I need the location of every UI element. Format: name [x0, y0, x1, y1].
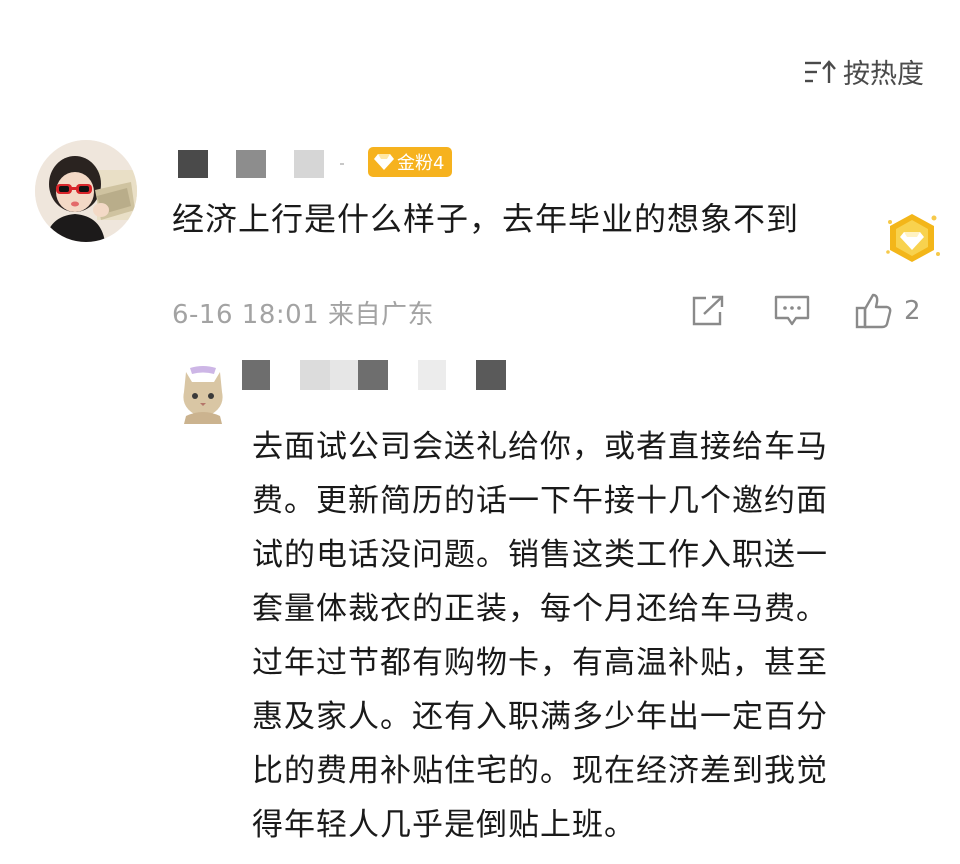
username-redacted: [178, 150, 344, 178]
sort-by-heat-button[interactable]: 按热度: [803, 52, 924, 91]
reply-line: 比的费用补贴住宅的。现在经济差到我觉: [252, 753, 828, 789]
gold-medal-icon: [886, 214, 940, 262]
reply-button[interactable]: [773, 290, 811, 332]
fan-badge[interactable]: 金粉4: [368, 147, 453, 177]
share-icon: [692, 295, 724, 326]
reply-line: 去面试公司会送礼给你，或者直接给车马: [252, 429, 828, 465]
sort-label: 按热度: [843, 59, 924, 90]
comment-icon: [774, 295, 810, 326]
like-button[interactable]: 2: [854, 290, 921, 332]
reply-username-redacted: [242, 360, 506, 390]
sort-lines-icon: [805, 59, 836, 83]
reply-text: 去面试公司会送礼给你，或者直接给车马 费。更新简历的话一下午接十几个邀约面 试的…: [252, 420, 932, 852]
gem-icon: [374, 154, 394, 170]
reply-line: 费。更新简历的话一下午接十几个邀约面: [252, 483, 828, 519]
avatar-illustration: [35, 140, 137, 242]
reply-line: 得年轻人几乎是倒贴上班。: [252, 807, 636, 843]
reply-line: 过年过节都有购物卡，有高温补贴，甚至: [252, 645, 828, 681]
comment-meta: 6-16 18:01 来自广东: [172, 300, 434, 330]
share-button[interactable]: [690, 290, 726, 332]
reply-line: 套量体裁衣的正装，每个月还给车马费。: [252, 591, 828, 627]
cat-avatar[interactable]: [176, 366, 230, 424]
reply-line: 惠及家人。还有入职满多少年出一定百分: [252, 699, 828, 735]
user-avatar[interactable]: [35, 140, 137, 242]
thumbs-up-icon: [855, 293, 892, 329]
fan-badge-label: 金粉4: [397, 153, 445, 174]
like-count: 2: [904, 296, 921, 326]
comment-text: 经济上行是什么样子，去年毕业的想象不到: [172, 200, 800, 238]
reply-line: 试的电话没问题。销售这类工作入职送一: [252, 537, 828, 573]
